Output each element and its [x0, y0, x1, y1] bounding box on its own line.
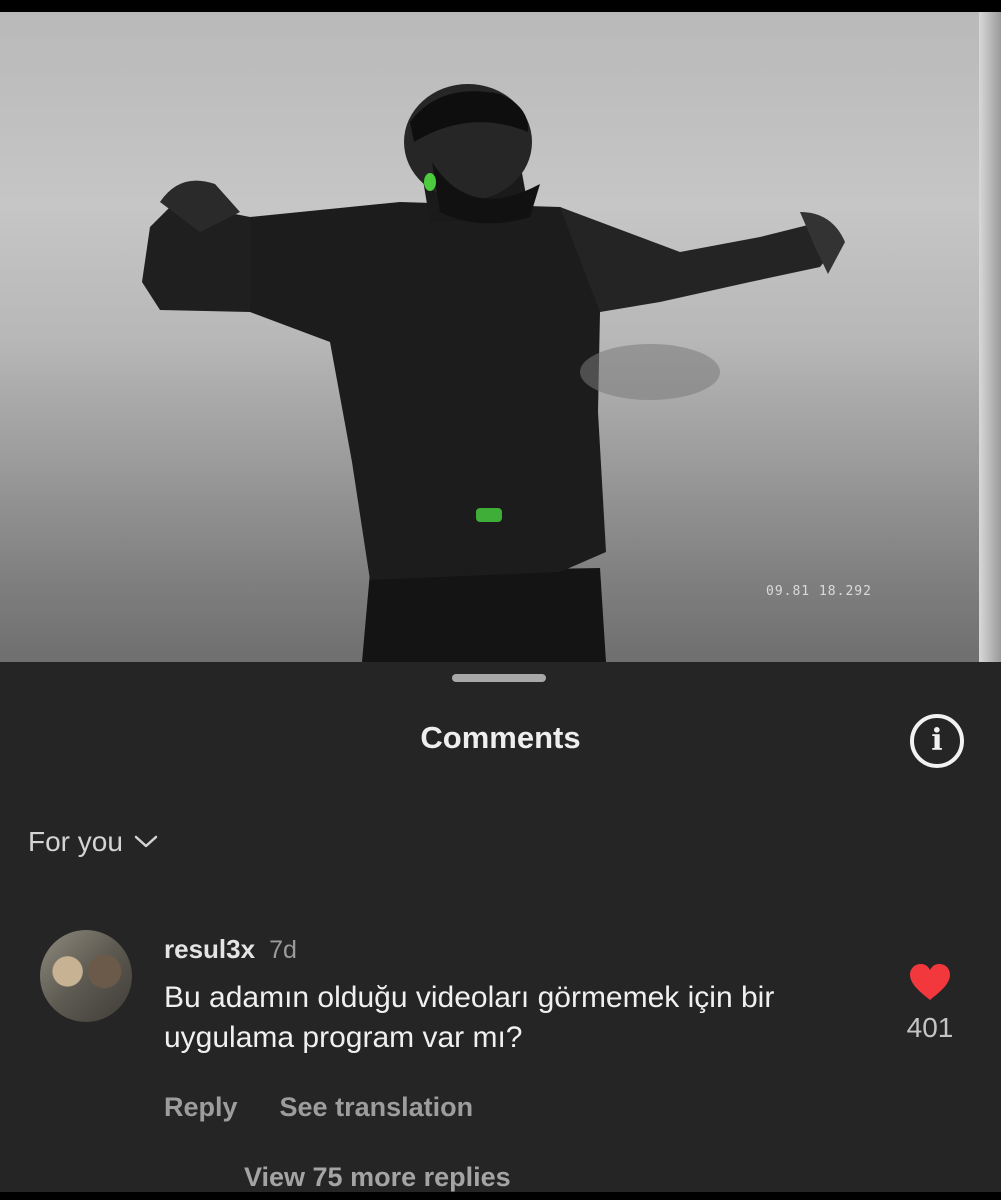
drag-handle[interactable]: [452, 674, 546, 682]
chevron-down-icon: [134, 835, 158, 848]
sheet-title: Comments: [420, 720, 581, 755]
comment-username[interactable]: resul3x: [164, 934, 255, 965]
view-more-replies-button[interactable]: View 75 more replies: [244, 1162, 511, 1192]
avatar[interactable]: [40, 930, 132, 1022]
info-icon[interactable]: i: [910, 714, 964, 768]
comment-actions: Reply See translation: [164, 1092, 473, 1123]
heart-icon[interactable]: [907, 962, 953, 1002]
comment-header: resul3x 7d: [164, 934, 297, 965]
filter-label: For you: [28, 826, 123, 857]
like-count: 401: [906, 1012, 954, 1043]
comment-age: 7d: [269, 936, 297, 964]
video-timestamp: 09.81 18.292: [766, 584, 872, 599]
like-button[interactable]: 401: [900, 962, 960, 1044]
screen: 09.81 18.292 Comments i For you resul3x …: [0, 12, 1001, 1192]
comment-text: Bu adamın olduğu videoları görmemek için…: [164, 981, 775, 1054]
see-translation-button[interactable]: See translation: [280, 1092, 474, 1123]
comment-filter-dropdown[interactable]: For you: [28, 826, 159, 858]
reply-button[interactable]: Reply: [164, 1092, 238, 1123]
comments-sheet: Comments i For you resul3x 7d Bu adamın …: [0, 662, 1001, 1192]
video-preview[interactable]: 09.81 18.292: [0, 12, 1001, 662]
dancing-man-figure: [142, 84, 845, 662]
